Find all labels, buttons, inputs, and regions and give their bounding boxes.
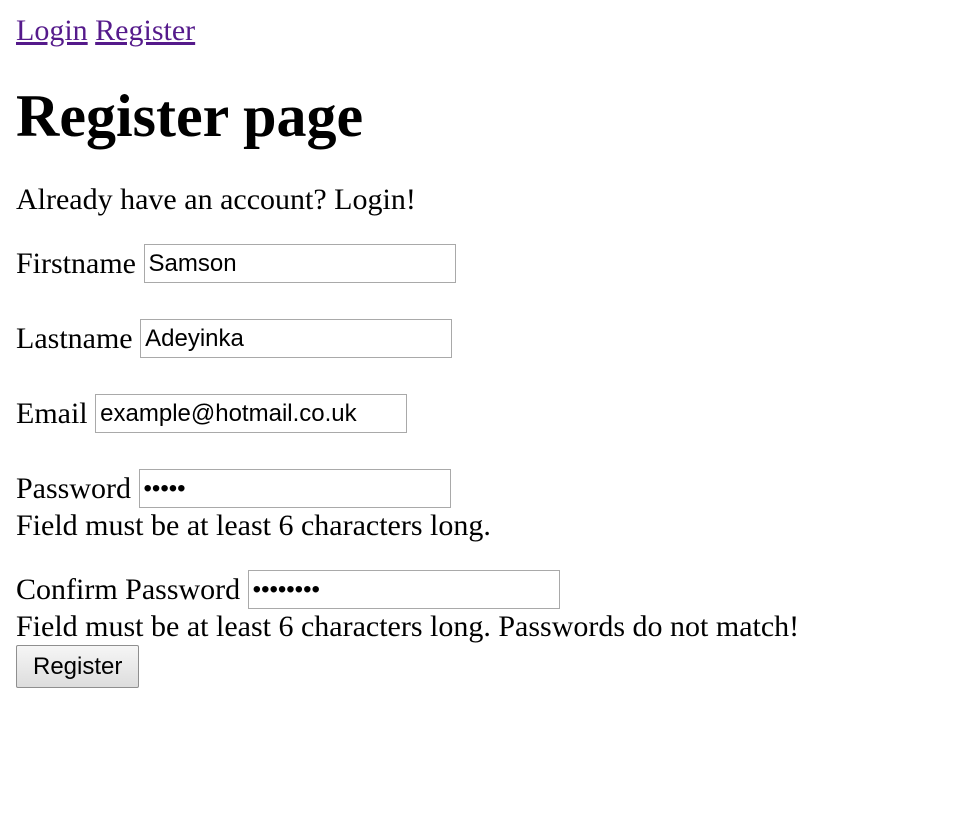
password-input[interactable] [138,469,451,508]
page: Login Register Register page Already hav… [0,0,960,702]
login-link[interactable]: Login [16,14,88,47]
confirm-password-label: Confirm Password [16,573,241,606]
confirm-password-input[interactable] [247,570,560,609]
login-prompt-text: Already have an account? Login! [16,183,416,216]
firstname-row: Firstname [16,244,944,283]
firstname-input[interactable] [143,244,456,283]
top-nav: Login Register [16,14,944,47]
confirm-password-error-message: Field must be at least 6 characters long… [16,610,800,643]
lastname-row: Lastname [16,319,944,358]
password-error-message: Field must be at least 6 characters long… [16,509,491,542]
confirm-password-row: Confirm Password Field must be at least … [16,570,944,643]
page-title: Register page [16,83,364,149]
password-label: Password [16,472,132,505]
register-form: Firstname Lastname Email Password Field … [16,244,944,688]
email-label: Email [16,397,88,430]
lastname-label: Lastname [16,322,133,355]
register-button[interactable]: Register [16,645,140,688]
email-row: Email [16,394,944,433]
email-input[interactable] [95,394,408,433]
password-row: Password Field must be at least 6 charac… [16,469,944,542]
lastname-input[interactable] [140,319,453,358]
firstname-label: Firstname [16,247,136,280]
register-link[interactable]: Register [95,14,195,47]
